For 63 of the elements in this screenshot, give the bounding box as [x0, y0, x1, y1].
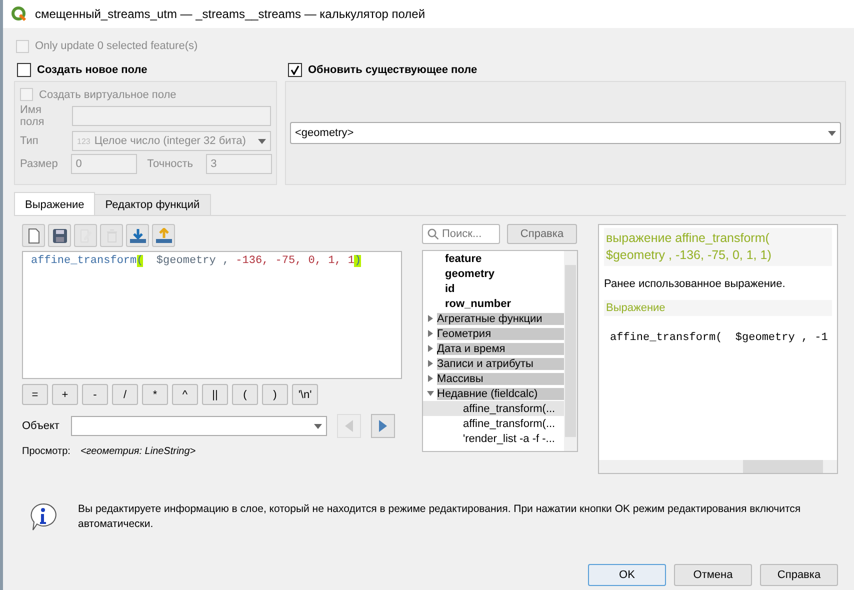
dialog-button[interactable]: Справка [760, 564, 838, 586]
field-label: Тип [20, 135, 40, 147]
tab[interactable]: Выражение [14, 192, 96, 215]
expand-arrow-icon[interactable] [426, 315, 434, 322]
checkbox[interactable] [288, 63, 302, 77]
checkbox-label: Создать новое поле [37, 64, 148, 76]
tree-item[interactable]: geometry [423, 266, 564, 281]
import-icon[interactable] [126, 224, 149, 247]
field-label: Объект [22, 420, 60, 432]
save-icon[interactable] [48, 224, 71, 247]
operator-button[interactable]: || [202, 384, 228, 405]
search-icon [427, 228, 439, 240]
tree-item[interactable]: feature [423, 251, 564, 266]
preview-value: <геометрия: LineString> [80, 446, 196, 457]
info-message: Вы редактируете информацию в слое, который не находится в режиме редактирования. При нажатии кнопки OK режим редактирования включится автоматически. [78, 502, 802, 532]
feature-dropdown[interactable] [71, 416, 328, 436]
preview-label: Просмотр: [22, 446, 70, 457]
app-logo-icon [11, 6, 27, 22]
operator-button[interactable]: / [112, 384, 138, 405]
operator-button[interactable]: ( [232, 384, 258, 405]
tree-item[interactable]: 'render_list -a -f -... [423, 431, 564, 446]
help-button[interactable]: Справка [507, 224, 577, 244]
info-icon [28, 502, 58, 532]
help-title: выражение affine_transform( $geometry , -136, -75, 0, 1, 1) [604, 228, 832, 266]
window-title: смещенный_streams_utm — _streams__streams — калькулятор полей [35, 7, 426, 21]
expand-arrow-icon[interactable] [426, 375, 434, 382]
expand-arrow-icon[interactable] [426, 330, 434, 337]
field-label: Имя поля [20, 104, 46, 128]
help-code: affine_transform( $geometry , -1 [609, 332, 829, 344]
checkbox[interactable] [17, 63, 31, 77]
search-field[interactable]: Поиск... [422, 224, 500, 244]
expression-editor[interactable]: affine_transform( $geometry , -136, -75, 0, 1, 1) [22, 251, 402, 379]
operator-button[interactable]: ) [262, 384, 288, 405]
vertical-scrollbar[interactable] [564, 251, 577, 451]
tree-item[interactable]: row_number [423, 296, 564, 311]
export-icon[interactable] [152, 224, 175, 247]
tree-item[interactable]: affine_transform(... [423, 401, 564, 416]
operator-button[interactable]: '\n' [292, 384, 318, 405]
expand-arrow-icon[interactable] [426, 390, 434, 397]
checkbox-label: Only update 0 selected feature(s) [35, 40, 198, 52]
input-field[interactable] [72, 106, 271, 126]
operator-button[interactable]: * [142, 384, 168, 405]
dialog-button[interactable]: Отмена [674, 564, 752, 586]
field-dropdown[interactable]: <geometry> [290, 122, 841, 144]
tree-item[interactable]: id [423, 281, 564, 296]
next-icon[interactable] [371, 414, 396, 438]
operator-button[interactable]: - [82, 384, 108, 405]
dialog-button[interactable]: OK [588, 564, 666, 586]
field-label: Размер [20, 158, 59, 170]
checkbox-label: Создать виртуальное поле [39, 88, 176, 100]
new-icon[interactable] [22, 224, 45, 247]
checkbox-label: Обновить существующее поле [308, 64, 478, 76]
tab[interactable]: Редактор функций [94, 194, 211, 215]
expand-arrow-icon[interactable] [426, 360, 434, 367]
field-label: Точность [147, 158, 194, 170]
operator-button[interactable]: = [22, 384, 48, 405]
help-text: Ранее использованное выражение. [604, 278, 786, 290]
tree-item[interactable]: affine_transform(... [423, 416, 564, 431]
horizontal-scrollbar[interactable] [599, 460, 837, 473]
help-section-title: Выражение [604, 300, 832, 316]
expand-arrow-icon[interactable] [426, 345, 434, 352]
operator-button[interactable]: ^ [172, 384, 198, 405]
operator-button[interactable]: + [52, 384, 78, 405]
